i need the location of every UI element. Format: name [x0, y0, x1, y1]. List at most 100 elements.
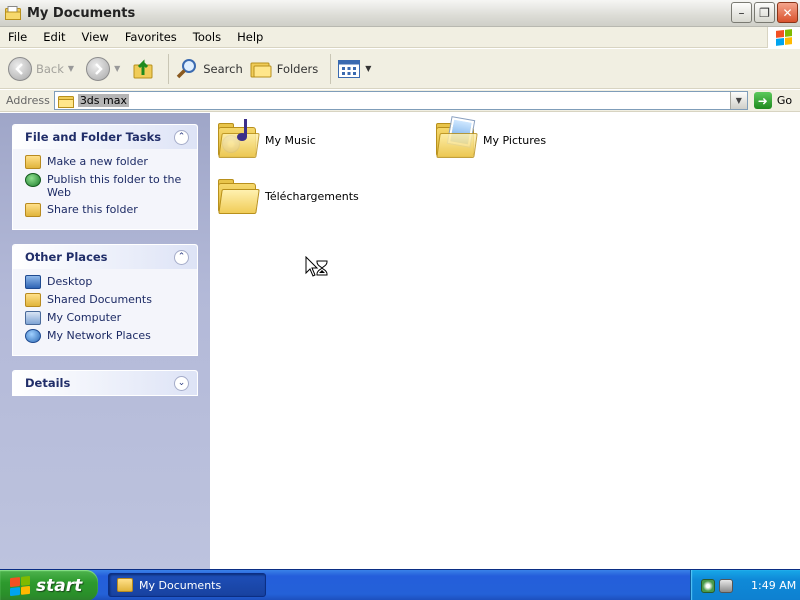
collapse-up-icon[interactable]: ⌃: [174, 249, 189, 265]
folder-item-my-music[interactable]: My Music: [216, 119, 316, 159]
address-label: Address: [6, 94, 50, 107]
task-share-folder[interactable]: Share this folder: [25, 203, 185, 217]
window-title: My Documents: [27, 5, 136, 21]
address-value: 3ds max: [77, 94, 129, 107]
system-tray: 1:49 AM: [690, 570, 800, 600]
folder-item-my-pictures[interactable]: My Pictures: [434, 116, 547, 159]
toolbar-separator: [168, 53, 170, 84]
windows-logo-icon: [10, 575, 30, 596]
search-icon: [176, 58, 197, 78]
details-header[interactable]: Details ⌄: [13, 371, 197, 395]
menu-view[interactable]: View: [74, 30, 117, 44]
place-label: My Computer: [47, 311, 122, 324]
busy-cursor-icon: [305, 255, 329, 278]
task-make-new-folder[interactable]: Make a new folder: [25, 155, 185, 169]
up-folder-icon: [133, 58, 153, 78]
panel-title: Other Places: [25, 250, 108, 264]
folder-icon: [216, 177, 260, 215]
menu-tools[interactable]: Tools: [185, 30, 229, 44]
folder-content-area[interactable]: My Music My Pictures Téléchargements: [210, 113, 800, 569]
address-bar: Address 3ds max ▼ ➜ Go: [0, 90, 800, 112]
views-icon: [338, 59, 361, 78]
folder-icon: [57, 95, 74, 108]
share-folder-icon: [25, 203, 41, 217]
safely-remove-icon[interactable]: [719, 578, 733, 593]
task-label: Make a new folder: [47, 155, 148, 168]
start-label: start: [36, 575, 83, 596]
address-input[interactable]: 3ds max ▼: [53, 91, 748, 110]
folder-icon: [117, 578, 133, 592]
place-label: Desktop: [47, 275, 93, 288]
start-button[interactable]: start: [0, 570, 98, 600]
toolbar-separator: [330, 53, 332, 84]
go-button[interactable]: ➜ Go: [753, 92, 793, 109]
views-dropdown-icon[interactable]: ▼: [365, 64, 371, 73]
menu-file[interactable]: File: [0, 30, 35, 44]
folder-item-telechargements[interactable]: Téléchargements: [216, 177, 359, 215]
back-arrow-icon: [8, 56, 32, 81]
place-my-computer[interactable]: My Computer: [25, 311, 185, 325]
forward-arrow-icon: [86, 56, 111, 81]
forward-button[interactable]: ▼: [86, 56, 126, 81]
search-label: Search: [203, 61, 243, 76]
new-folder-icon: [25, 155, 41, 169]
desktop-icon: [25, 275, 41, 289]
expand-down-icon[interactable]: ⌄: [174, 375, 189, 391]
search-button[interactable]: Search: [175, 57, 243, 81]
folder-label: My Pictures: [483, 133, 547, 147]
folders-button[interactable]: Folders: [249, 58, 319, 80]
windows-logo-icon: [767, 27, 800, 48]
place-label: My Network Places: [47, 329, 151, 342]
go-arrow-icon: ➜: [753, 92, 772, 109]
menu-help[interactable]: Help: [229, 30, 271, 44]
taskbar-item-my-documents[interactable]: My Documents: [108, 573, 266, 597]
back-dropdown-icon[interactable]: ▼: [68, 64, 74, 73]
place-label: Shared Documents: [47, 293, 152, 306]
task-label: Share this folder: [47, 203, 138, 216]
folder-icon: [25, 293, 41, 307]
file-folder-tasks-header[interactable]: File and Folder Tasks ⌃: [13, 125, 197, 149]
views-button[interactable]: ▼: [337, 59, 377, 79]
folders-label: Folders: [276, 61, 319, 76]
file-folder-tasks-panel: File and Folder Tasks ⌃ Make a new folde…: [12, 124, 198, 230]
close-button[interactable]: ✕: [777, 2, 798, 23]
back-button[interactable]: Back ▼: [8, 56, 80, 81]
go-label: Go: [776, 94, 793, 107]
publish-web-icon: [25, 173, 41, 187]
menu-favorites[interactable]: Favorites: [117, 30, 185, 44]
collapse-up-icon[interactable]: ⌃: [174, 129, 189, 145]
task-label: Publish this folder to the Web: [47, 173, 182, 199]
menu-bar: File Edit View Favorites Tools Help: [0, 27, 800, 48]
computer-icon: [25, 311, 41, 325]
clock[interactable]: 1:49 AM: [751, 579, 796, 592]
place-my-network[interactable]: My Network Places: [25, 329, 185, 343]
toolbar: Back ▼ ▼ Search Folders ▼: [0, 49, 800, 89]
other-places-header[interactable]: Other Places ⌃: [13, 245, 197, 269]
minimize-button[interactable]: –: [731, 2, 752, 23]
title-bar: My Documents – ❐ ✕: [0, 0, 800, 27]
details-panel: Details ⌄: [12, 370, 198, 396]
maximize-button[interactable]: ❐: [754, 2, 775, 23]
pictures-folder-icon: [434, 116, 478, 159]
taskbar-item-label: My Documents: [139, 578, 222, 592]
place-shared-documents[interactable]: Shared Documents: [25, 293, 185, 307]
task-pane: File and Folder Tasks ⌃ Make a new folde…: [0, 113, 210, 569]
forward-dropdown-icon[interactable]: ▼: [114, 64, 120, 73]
address-dropdown-icon[interactable]: ▼: [729, 92, 747, 109]
folder-label: My Music: [265, 133, 316, 147]
my-documents-icon: [5, 6, 21, 20]
network-status-icon[interactable]: [701, 578, 715, 593]
music-folder-icon: [216, 119, 260, 159]
up-folder-button[interactable]: [132, 57, 156, 81]
menu-edit[interactable]: Edit: [35, 30, 73, 44]
other-places-panel: Other Places ⌃ Desktop Shared Documents …: [12, 244, 198, 356]
panel-title: Details: [25, 376, 71, 390]
folders-icon: [250, 62, 272, 77]
network-icon: [25, 329, 41, 343]
panel-title: File and Folder Tasks: [25, 130, 162, 144]
folder-label: Téléchargements: [265, 189, 359, 203]
taskbar: start My Documents 1:49 AM: [0, 569, 800, 600]
back-label: Back: [36, 61, 64, 76]
task-publish-web[interactable]: Publish this folder to the Web: [25, 173, 185, 199]
place-desktop[interactable]: Desktop: [25, 275, 185, 289]
